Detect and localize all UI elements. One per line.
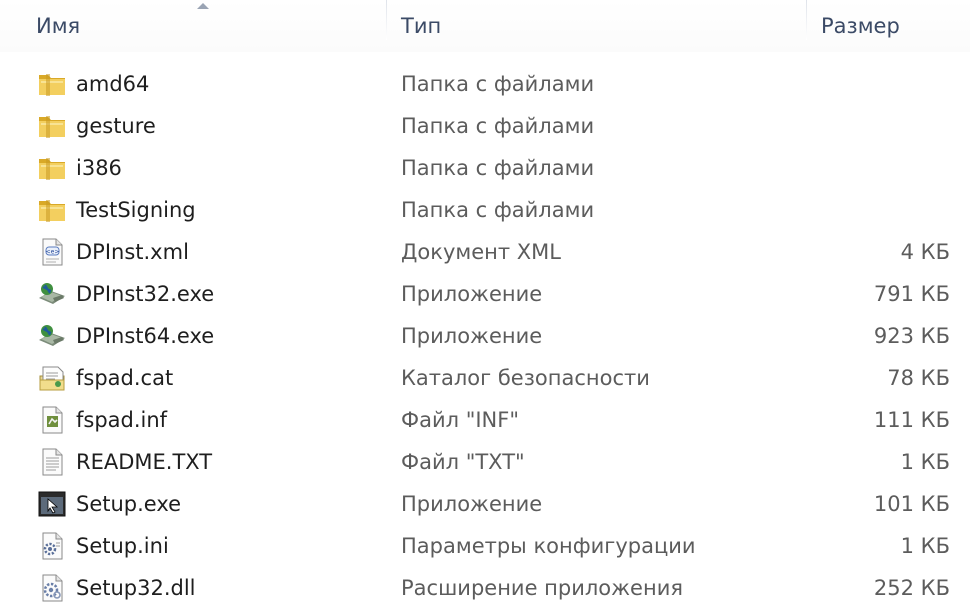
file-type: Параметры конфигурации: [401, 534, 696, 558]
installer-icon: [36, 278, 68, 310]
file-name: i386: [76, 156, 122, 180]
column-header-type-label: Тип: [401, 14, 442, 38]
installer-icon: [36, 320, 68, 352]
file-name: DPInst32.exe: [76, 282, 215, 306]
inf-file-icon: [36, 404, 68, 436]
column-header-type[interactable]: Тип: [387, 0, 805, 52]
folder-icon: [36, 152, 68, 184]
file-type: Приложение: [401, 492, 543, 516]
file-type: Папка с файлами: [401, 114, 595, 138]
file-row[interactable]: DPInst64.exe Приложение 923 КБ: [0, 315, 970, 357]
file-size: 78 КБ: [887, 366, 950, 390]
file-name: README.TXT: [76, 450, 213, 474]
file-type: Каталог безопасности: [401, 366, 650, 390]
file-row[interactable]: gesture Папка с файлами: [0, 105, 970, 147]
setup-app-icon: [36, 488, 68, 520]
file-row[interactable]: README.TXT Файл "TXT" 1 КБ: [0, 441, 970, 483]
file-size: 4 КБ: [900, 240, 950, 264]
file-row[interactable]: fspad.inf Файл "INF" 111 КБ: [0, 399, 970, 441]
file-name: fspad.inf: [76, 408, 168, 432]
file-type: Расширение приложения: [401, 576, 683, 600]
dll-file-icon: [36, 572, 68, 604]
file-type: Приложение: [401, 282, 543, 306]
column-header-size-label: Размер: [821, 14, 900, 38]
file-row[interactable]: i386 Папка с файлами: [0, 147, 970, 189]
file-row[interactable]: fspad.cat Каталог безопасности 78 КБ: [0, 357, 970, 399]
file-size: 101 КБ: [873, 492, 950, 516]
file-type: Папка с файлами: [401, 156, 595, 180]
file-size: 923 КБ: [873, 324, 950, 348]
file-size: 1 КБ: [900, 450, 950, 474]
file-row[interactable]: DPInst32.exe Приложение 791 КБ: [0, 273, 970, 315]
security-catalog-icon: [36, 362, 68, 394]
file-row[interactable]: amd64 Папка с файлами: [0, 63, 970, 105]
config-file-icon: [36, 530, 68, 562]
file-row[interactable]: Setup.ini Параметры конфигурации 1 КБ: [0, 525, 970, 567]
file-type: Документ XML: [401, 240, 561, 264]
file-type: Папка с файлами: [401, 198, 595, 222]
file-row[interactable]: <e> DPInst.xml Документ XML 4 КБ: [0, 231, 970, 273]
file-type: Файл "TXT": [401, 450, 525, 474]
file-type: Файл "INF": [401, 408, 519, 432]
column-header-size[interactable]: Размер: [807, 0, 970, 52]
file-name: DPInst64.exe: [76, 324, 215, 348]
svg-text:<e>: <e>: [46, 249, 60, 256]
file-name: amd64: [76, 72, 150, 96]
file-row[interactable]: TestSigning Папка с файлами: [0, 189, 970, 231]
column-header-name[interactable]: Имя: [0, 0, 385, 52]
file-name: Setup32.dll: [76, 576, 196, 600]
file-name: Setup.exe: [76, 492, 182, 516]
file-type: Приложение: [401, 324, 543, 348]
file-name: Setup.ini: [76, 534, 169, 558]
folder-icon: [36, 68, 68, 100]
folder-icon: [36, 194, 68, 226]
file-name: TestSigning: [76, 198, 196, 222]
file-row[interactable]: Setup32.dll Расширение приложения 252 КБ: [0, 567, 970, 609]
file-size: 111 КБ: [873, 408, 950, 432]
column-header-name-label: Имя: [36, 14, 81, 38]
file-type: Папка с файлами: [401, 72, 595, 96]
file-list: amd64 Папка с файлами gesture Папка с файла…: [0, 63, 970, 609]
file-name: fspad.cat: [76, 366, 174, 390]
column-header-bar: Имя Тип Размер: [0, 0, 970, 52]
xml-document-icon: <e>: [36, 236, 68, 268]
file-name: DPInst.xml: [76, 240, 189, 264]
folder-icon: [36, 110, 68, 142]
file-size: 1 КБ: [900, 534, 950, 558]
file-size: 252 КБ: [873, 576, 950, 600]
file-row[interactable]: Setup.exe Приложение 101 КБ: [0, 483, 970, 525]
file-size: 791 КБ: [873, 282, 950, 306]
text-file-icon: [36, 446, 68, 478]
file-name: gesture: [76, 114, 156, 138]
sort-ascending-icon: [197, 3, 209, 9]
